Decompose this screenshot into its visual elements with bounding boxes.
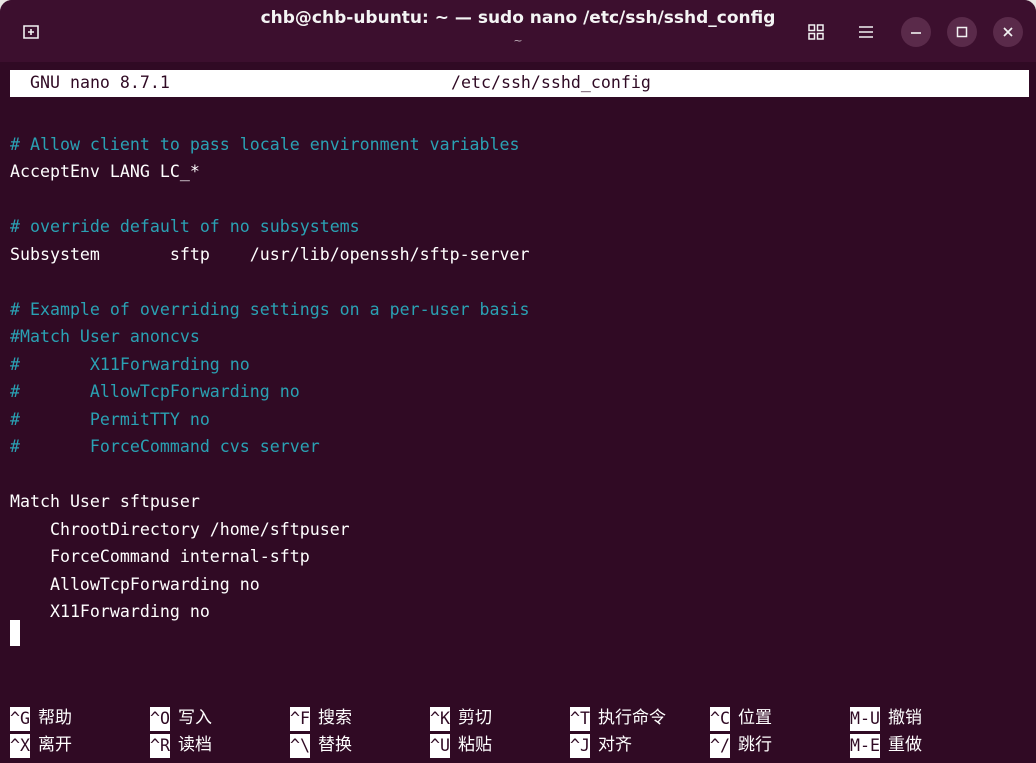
shortcut-label: 重做 <box>887 735 922 755</box>
shortcut-item: ^J 对齐 <box>570 731 632 758</box>
config-line: AcceptEnv LANG LC_* <box>10 162 200 181</box>
config-line: X11Forwarding no <box>10 602 210 621</box>
shortcut-item: ^/ 跳行 <box>710 731 772 758</box>
shortcut-label: 位置 <box>737 708 772 728</box>
shortcut-label: 对齐 <box>597 735 632 755</box>
menu-button[interactable] <box>851 17 881 47</box>
shortcut-label: 跳行 <box>737 735 772 755</box>
shortcut-item: ^O 写入 <box>150 704 212 731</box>
terminal-content[interactable]: GNU nano 8.7.1 /etc/ssh/sshd_config # Al… <box>0 62 1036 763</box>
comment-line: #Match User anoncvs <box>10 327 200 346</box>
shortcut-key: ^G <box>10 706 30 731</box>
shortcut-label: 剪切 <box>457 708 492 728</box>
shortcut-key: ^R <box>150 733 170 758</box>
shortcut-label: 离开 <box>37 735 72 755</box>
comment-line: # override default of no subsystems <box>10 217 360 236</box>
shortcut-key: ^/ <box>710 733 730 758</box>
comment-line: # X11Forwarding no <box>10 354 250 374</box>
shortcut-label: 替换 <box>317 735 352 755</box>
shortcut-key: ^O <box>150 706 170 731</box>
shortcut-label: 写入 <box>177 708 212 728</box>
shortcut-item: ^R 读档 <box>150 731 212 758</box>
minimize-icon <box>911 32 921 34</box>
shortcut-item: ^C 位置 <box>710 704 772 731</box>
nano-header-bar: GNU nano 8.7.1 /etc/ssh/sshd_config <box>10 70 1029 97</box>
text-cursor <box>10 620 20 646</box>
comment-line: # PermitTTY no <box>10 409 210 429</box>
shortcut-item: M-E 重做 <box>850 731 922 758</box>
shortcut-label: 粘贴 <box>457 735 492 755</box>
maximize-icon <box>956 26 968 38</box>
shortcut-key: ^F <box>290 706 310 731</box>
shortcut-label: 帮助 <box>37 708 72 728</box>
close-icon <box>1003 27 1013 37</box>
config-line: AllowTcpForwarding no <box>10 574 260 594</box>
shortcut-item: ^X 离开 <box>10 731 72 758</box>
shortcut-item: ^F 搜索 <box>290 704 352 731</box>
title-bar: chb@chb-ubuntu: ~ — sudo nano /etc/ssh/s… <box>0 0 1036 62</box>
new-tab-button[interactable] <box>14 17 48 47</box>
comment-line: # ForceCommand cvs server <box>10 437 320 456</box>
window-subtitle: ~ <box>513 34 523 47</box>
grid-icon <box>808 24 824 40</box>
comment-line: # Example of overriding settings on a pe… <box>10 299 530 319</box>
nano-version: GNU nano 8.7.1 <box>30 73 170 92</box>
shortcut-key: ^J <box>570 733 590 758</box>
shortcut-label: 撤销 <box>887 708 922 728</box>
terminal-window: chb@chb-ubuntu: ~ — sudo nano /etc/ssh/s… <box>0 0 1036 763</box>
new-tab-icon <box>23 25 39 39</box>
shortcut-item: ^G 帮助 <box>10 704 72 731</box>
shortcut-item: ^K 剪切 <box>430 704 492 731</box>
shortcut-key: M-E <box>850 733 880 758</box>
comment-line: # Allow client to pass locale environmen… <box>10 134 520 154</box>
shortcut-label: 读档 <box>177 735 212 755</box>
shortcut-key: ^X <box>10 733 30 758</box>
window-title: chb@chb-ubuntu: ~ — sudo nano /etc/ssh/s… <box>260 8 776 28</box>
shortcut-item: ^\ 替换 <box>290 731 352 758</box>
config-line: ForceCommand internal-sftp <box>10 547 310 566</box>
shortcut-key: ^K <box>430 706 450 731</box>
shortcut-label: 搜索 <box>317 708 352 728</box>
shortcut-item: ^U 粘贴 <box>430 731 492 758</box>
shortcut-key: M-U <box>850 706 880 731</box>
shortcut-key: ^U <box>430 733 450 758</box>
nano-filename: /etc/ssh/sshd_config <box>451 73 651 92</box>
minimize-button[interactable] <box>901 17 931 47</box>
comment-line: # AllowTcpForwarding no <box>10 382 300 401</box>
shortcut-item: ^T 执行命令 <box>570 704 666 731</box>
shortcut-item: M-U 撤销 <box>850 704 922 731</box>
shortcut-label: 执行命令 <box>597 708 666 728</box>
shortcut-key: ^\ <box>290 733 310 758</box>
shortcut-key: ^T <box>570 706 590 731</box>
tab-overview-button[interactable] <box>801 17 831 47</box>
shortcut-key: ^C <box>710 706 730 731</box>
config-line: Match User sftpuser <box>10 492 200 511</box>
hamburger-menu-icon <box>859 26 873 38</box>
config-line: Subsystem sftp /usr/lib/openssh/sftp-ser… <box>10 244 530 264</box>
config-line: ChrootDirectory /home/sftpuser <box>10 519 350 539</box>
maximize-button[interactable] <box>947 17 977 47</box>
close-button[interactable] <box>993 17 1023 47</box>
